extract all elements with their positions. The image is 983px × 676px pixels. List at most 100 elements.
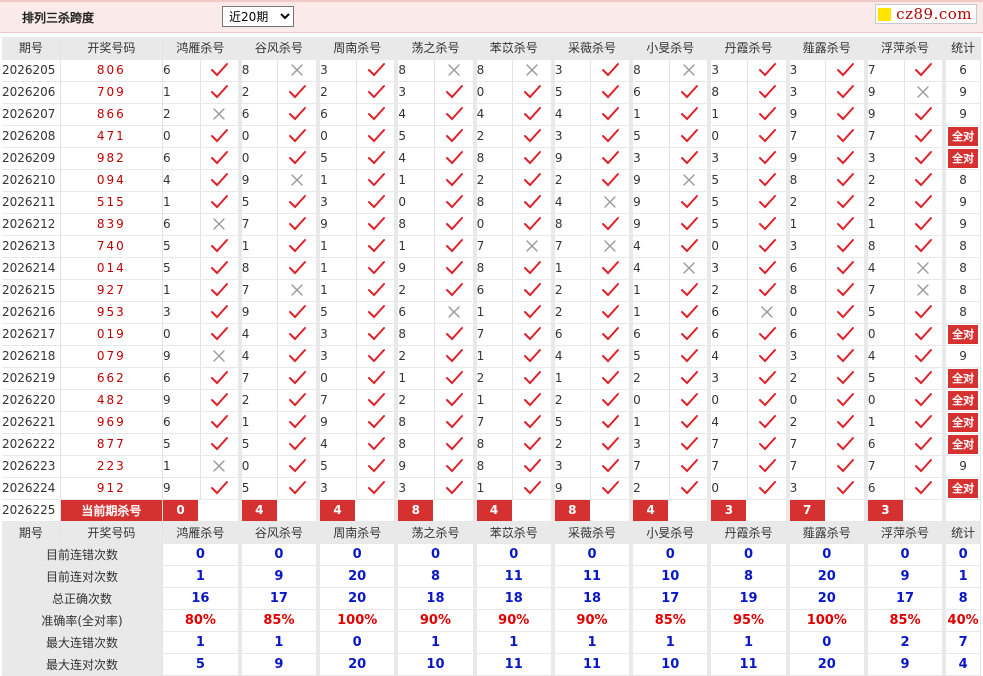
kill-value: 1 <box>472 301 514 324</box>
result-mark <box>669 169 710 192</box>
check-icon <box>680 195 698 209</box>
col-header-issue: 期号 <box>2 521 61 544</box>
check-icon <box>915 459 933 473</box>
check-icon <box>837 371 855 385</box>
kill-value: 0 <box>707 477 749 500</box>
kill-value: 6 <box>162 59 202 82</box>
table-row: 2026218 079 9 4 3 2 1 4 5 4 3 4 9 <box>2 345 982 368</box>
stats-value: 0 <box>785 631 867 654</box>
result-mark <box>669 323 710 346</box>
draw-number: 079 <box>60 345 164 368</box>
kill-value: 4 <box>707 345 749 368</box>
site-logo[interactable]: cz89.com <box>875 4 977 24</box>
result-mark <box>277 301 319 324</box>
result-mark <box>669 455 710 478</box>
cross-icon <box>448 64 460 76</box>
col-header-expert: 丹霞杀号 <box>707 37 789 60</box>
check-icon <box>758 107 776 121</box>
issue-cell: 2026208 <box>2 125 61 148</box>
kill-value: 5 <box>629 125 670 148</box>
draw-number: 927 <box>60 279 164 302</box>
kill-value: 1 <box>472 345 514 368</box>
result-mark <box>590 301 632 324</box>
check-icon <box>602 173 620 187</box>
check-icon <box>524 305 542 319</box>
result-mark <box>200 191 241 214</box>
kill-value: 2 <box>162 103 202 126</box>
stats-value: 85% <box>863 609 945 632</box>
period-select[interactable]: 近20期 <box>222 6 294 27</box>
kill-value: 2 <box>785 411 827 434</box>
check-icon <box>367 129 385 143</box>
kill-value: 1 <box>316 169 357 192</box>
kill-value: 3 <box>863 147 905 170</box>
kill-value: 1 <box>162 455 202 478</box>
check-icon <box>211 195 229 209</box>
cross-icon <box>917 86 930 98</box>
result-mark <box>904 433 945 456</box>
check-icon <box>289 239 307 253</box>
result-mark <box>200 169 241 192</box>
result-mark <box>512 103 554 126</box>
kill-value: 3 <box>707 257 749 280</box>
check-icon <box>680 393 698 407</box>
kill-value: 3 <box>316 191 357 214</box>
result-mark <box>904 279 945 302</box>
check-icon <box>915 393 933 407</box>
stats-value: 90% <box>472 609 554 632</box>
table-row: 2026223 223 1 0 5 9 8 3 7 7 7 7 9 <box>2 455 982 478</box>
kill-value: 1 <box>550 257 592 280</box>
col-header-expert: 丹霞杀号 <box>707 521 789 544</box>
check-icon <box>367 459 385 473</box>
table-row: 2026220 482 9 2 7 2 1 2 0 0 0 0 全对 <box>2 389 982 412</box>
cross-icon <box>526 64 538 76</box>
result-mark <box>669 59 710 82</box>
result-mark <box>200 301 241 324</box>
check-icon <box>837 305 855 319</box>
kill-value: 7 <box>316 389 357 412</box>
issue-cell: 2026218 <box>2 345 61 368</box>
kill-value: 2 <box>550 301 592 324</box>
kill-value: 0 <box>707 125 749 148</box>
kill-value: 9 <box>550 147 592 170</box>
stats-value: 0 <box>863 543 945 566</box>
kill-value: 0 <box>785 389 827 412</box>
check-icon <box>837 85 855 99</box>
kill-value: 6 <box>237 103 279 126</box>
total-count: 8 <box>959 305 967 319</box>
kill-value: 7 <box>863 125 905 148</box>
table-row: 2026211 515 1 5 3 0 8 4 9 5 2 2 9 <box>2 191 982 214</box>
kill-value: 8 <box>394 433 435 456</box>
check-icon <box>837 151 855 165</box>
check-icon <box>289 261 307 275</box>
table-row: 2026208 471 0 0 0 5 2 3 5 0 7 7 全对 <box>2 125 982 148</box>
result-mark <box>277 345 319 368</box>
check-icon <box>289 195 307 209</box>
total-count: 8 <box>959 173 967 187</box>
result-mark <box>434 433 476 456</box>
kill-value: 6 <box>162 213 202 236</box>
stats-row: 最大连错次数 1 1 0 1 1 1 1 1 0 2 7 <box>2 631 982 654</box>
col-header-expert: 谷风杀号 <box>237 37 319 60</box>
current-kill-cell: 3 <box>707 499 789 522</box>
stats-value: 20 <box>785 565 867 588</box>
check-icon <box>602 63 620 77</box>
result-mark <box>669 279 710 302</box>
result-mark <box>904 125 945 148</box>
kill-value: 1 <box>237 411 279 434</box>
check-icon <box>837 129 855 143</box>
total-cell: 9 <box>942 455 982 478</box>
kill-value: 1 <box>316 235 357 258</box>
stats-total: 8 <box>942 587 982 610</box>
kill-value: 2 <box>394 345 435 368</box>
check-icon <box>445 415 463 429</box>
check-icon <box>211 239 229 253</box>
cross-icon <box>917 262 930 274</box>
check-icon <box>758 239 776 253</box>
stats-value: 0 <box>785 543 867 566</box>
check-icon <box>445 217 463 231</box>
result-mark <box>512 81 554 104</box>
result-mark <box>669 411 710 434</box>
stats-value: 18 <box>472 587 554 610</box>
all-correct-badge: 全对 <box>948 148 979 168</box>
